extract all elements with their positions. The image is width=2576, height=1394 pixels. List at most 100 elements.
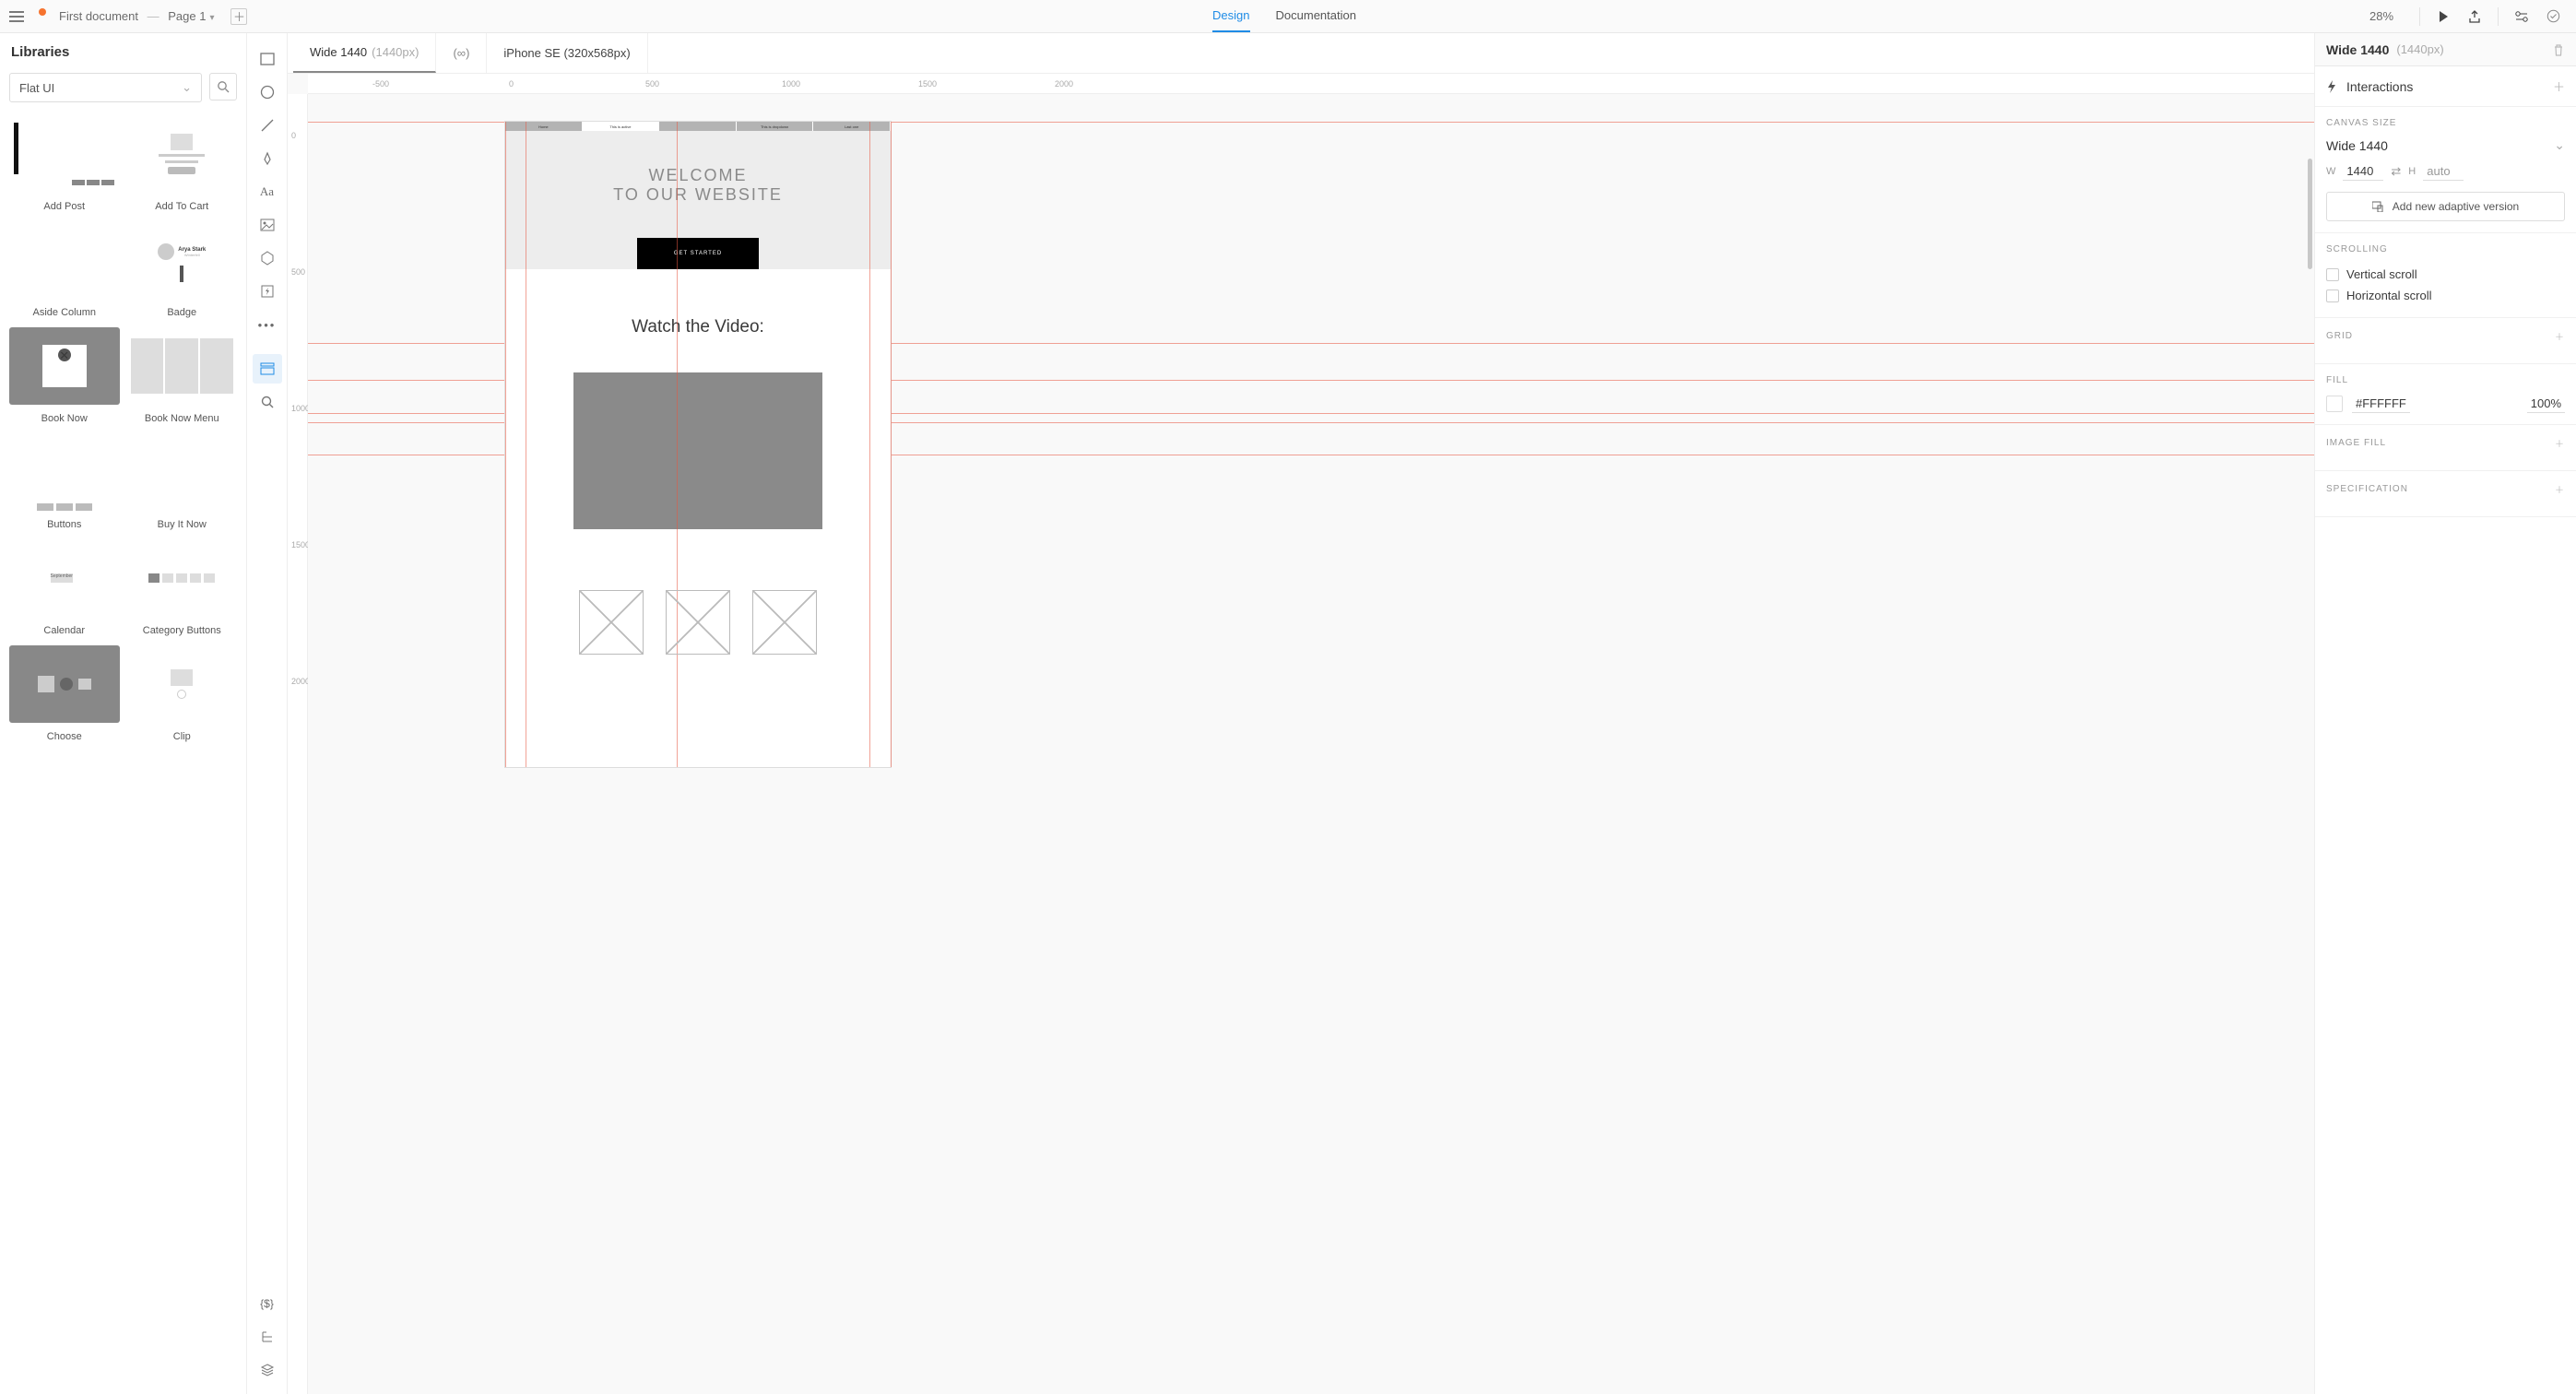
tool-rectangle[interactable] [253, 44, 282, 74]
mode-tabs: Design Documentation [1212, 0, 1356, 32]
horizontal-scroll-checkbox[interactable]: Horizontal scroll [2326, 285, 2565, 306]
menu-icon[interactable] [7, 9, 26, 24]
inspector-dim: (1440px) [2396, 42, 2443, 56]
add-image-fill-button[interactable]: ＋ [2555, 436, 2565, 450]
add-interaction-button[interactable]: ＋ [2553, 77, 2565, 95]
nav-item[interactable]: This is active [583, 122, 660, 131]
scrolling-label: SCROLLING [2326, 244, 2565, 254]
artboard-tab-infinity[interactable]: (∞) [436, 33, 487, 73]
fill-label: FILL [2326, 375, 2565, 385]
height-label: H [2408, 166, 2416, 177]
ruler-horizontal[interactable]: -500 0 500 1000 1500 2000 [308, 74, 2314, 94]
artboard-wide[interactable]: Home This is active This is dropdown Las… [505, 122, 891, 767]
tab-documentation[interactable]: Documentation [1276, 0, 1356, 32]
chevron-down-icon: ⌄ [182, 80, 192, 95]
export-icon[interactable] [2466, 8, 2483, 25]
tab-design[interactable]: Design [1212, 0, 1249, 32]
tool-layers[interactable] [253, 1355, 282, 1385]
nav-item[interactable] [659, 122, 737, 131]
artboard-tab-iphone[interactable]: iPhone SE (320x568px) [487, 33, 647, 73]
canvas-size-select[interactable]: Wide 1440 ⌄ [2326, 137, 2565, 153]
image-row [505, 553, 891, 691]
lib-item-aside-column[interactable]: Aside Column [9, 221, 120, 318]
artboard-tab-wide[interactable]: Wide 1440 (1440px) [293, 33, 436, 73]
tool-component[interactable] [253, 243, 282, 273]
breadcrumb[interactable]: First document — Page 1 [59, 9, 214, 23]
lib-item-calendar[interactable]: SeptemberCalendar [9, 539, 120, 636]
canvas-stage[interactable]: Home This is active This is dropdown Las… [308, 94, 2314, 1394]
tool-find[interactable] [253, 387, 282, 417]
page-selector[interactable]: Page 1 [168, 9, 214, 23]
library-dropdown[interactable]: Flat UI ⌄ [9, 73, 202, 102]
hero-cta-button[interactable]: GET STARTED [637, 238, 759, 269]
play-icon[interactable] [2435, 8, 2452, 25]
tool-pen[interactable] [253, 144, 282, 173]
fill-color-swatch[interactable] [2326, 396, 2343, 412]
video-title: Watch the Video: [505, 306, 891, 348]
add-grid-button[interactable]: ＋ [2555, 329, 2565, 343]
lightning-icon [2326, 80, 2337, 93]
fill-opacity-input[interactable]: 100% [2527, 395, 2565, 413]
lib-item-book-now-menu[interactable]: Book Now Menu [127, 327, 238, 424]
lib-item-choose[interactable]: Choose [9, 645, 120, 742]
library-selected: Flat UI [19, 81, 54, 95]
tool-layout[interactable] [253, 354, 282, 384]
tool-text[interactable]: Aa [253, 177, 282, 207]
hero-title: WELCOME TO OUR WEBSITE [505, 131, 891, 221]
add-adaptive-button[interactable]: Add new adaptive version [2326, 192, 2565, 221]
nav-item[interactable]: This is dropdown [737, 122, 814, 131]
interactions-label: Interactions [2346, 79, 2413, 94]
logo-icon [39, 8, 46, 16]
settings-toggle-icon[interactable] [2513, 8, 2530, 25]
grid-label: GRID [2326, 331, 2353, 341]
image-placeholder [752, 590, 817, 655]
tool-lightning[interactable] [253, 277, 282, 306]
lib-item-buy-it-now[interactable]: Buy It Now [127, 433, 238, 530]
width-label: W [2326, 166, 2335, 177]
doc-name: First document [59, 9, 138, 23]
width-input[interactable]: 1440 [2343, 162, 2383, 181]
breadcrumb-separator: — [148, 9, 160, 23]
tool-circle[interactable] [253, 77, 282, 107]
tool-image[interactable] [253, 210, 282, 240]
tool-variables[interactable]: {$} [253, 1289, 282, 1318]
chevron-down-icon: ⌄ [2554, 137, 2565, 153]
artboard-tabs: Wide 1440 (1440px) (∞) iPhone SE (320x56… [288, 33, 2314, 74]
ruler-vertical[interactable]: 0 500 1000 1500 2000 [288, 94, 308, 1394]
inspector-panel: Wide 1440 (1440px) Interactions ＋ CANVAS… [2314, 33, 2576, 1394]
libraries-panel: Libraries Flat UI ⌄ Add Post Add To Cart… [0, 33, 247, 1394]
fill-hex-input[interactable]: #FFFFFF [2352, 395, 2410, 413]
canvas-area: Wide 1440 (1440px) (∞) iPhone SE (320x56… [288, 33, 2314, 1394]
tool-strip: Aa ••• {$} [247, 33, 288, 1394]
zoom-level[interactable]: 28% [2369, 9, 2393, 23]
image-fill-label: IMAGE FILL [2326, 438, 2386, 448]
lib-item-add-to-cart[interactable]: Add To Cart [127, 115, 238, 212]
lib-item-clip[interactable]: Clip [127, 645, 238, 742]
video-placeholder [573, 372, 822, 529]
nav-item[interactable]: Last one [813, 122, 891, 131]
library-search-button[interactable] [209, 73, 237, 100]
vertical-scroll-checkbox[interactable]: Vertical scroll [2326, 264, 2565, 285]
inspector-title: Wide 1440 [2326, 42, 2389, 57]
nav-item[interactable]: Home [505, 122, 583, 131]
lib-item-category-buttons[interactable]: Category Buttons [127, 539, 238, 636]
lib-item-add-post[interactable]: Add Post [9, 115, 120, 212]
hero-section: Home This is active This is dropdown Las… [505, 122, 891, 269]
trash-icon[interactable] [2552, 43, 2565, 56]
libraries-title: Libraries [9, 44, 237, 60]
nav-bar: Home This is active This is dropdown Las… [505, 122, 891, 131]
add-specification-button[interactable]: ＋ [2555, 482, 2565, 496]
lib-item-buttons[interactable]: Buttons [9, 433, 120, 530]
swap-dimensions-icon[interactable]: ⇄ [2391, 164, 2401, 179]
tool-tree[interactable] [253, 1322, 282, 1352]
add-page-button[interactable]: ＋ [230, 8, 247, 25]
image-placeholder [666, 590, 730, 655]
check-circle-icon[interactable] [2545, 8, 2561, 25]
image-placeholder [579, 590, 644, 655]
height-input[interactable]: auto [2423, 162, 2464, 181]
scrollbar-thumb[interactable] [2308, 159, 2312, 269]
tool-line[interactable] [253, 111, 282, 140]
lib-item-book-now[interactable]: ✕Book Now [9, 327, 120, 424]
lib-item-badge[interactable]: Arya StarkWinterfellBadge [127, 221, 238, 318]
tool-more[interactable]: ••• [253, 310, 282, 339]
